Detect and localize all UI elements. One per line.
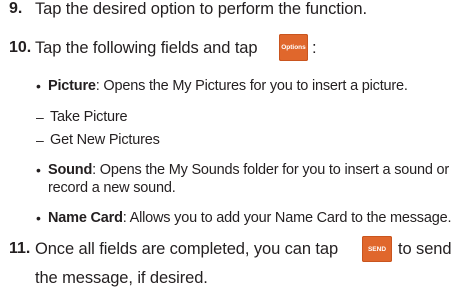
sound-desc-line1: : Opens the My Sounds folder for you to …: [92, 162, 450, 178]
send-button-icon: SEND: [362, 236, 392, 262]
options-button-icon: Options: [279, 34, 308, 61]
picture-desc: : Opens the My Pictures for you to inser…: [95, 78, 408, 94]
manual-page: 9. Tap the desired option to perform the…: [0, 0, 466, 290]
send-button-label: SEND: [367, 245, 387, 253]
dash-take-picture: –: [36, 109, 44, 125]
step-10-text: Tap the following fields and tap: [35, 39, 258, 57]
take-picture-item: Take Picture: [50, 109, 128, 125]
step-10-colon: :: [312, 39, 317, 57]
step-10-text-before: Tap the following fields and tap: [35, 39, 258, 57]
options-button-label: Options: [281, 44, 306, 51]
step-11-number: 11.: [9, 240, 31, 257]
step-11-text-line2: the message, if desired.: [35, 269, 208, 287]
bullet-picture: •: [36, 78, 41, 94]
step-10-number: 10.: [9, 39, 32, 56]
picture-item: Picture: Opens the My Pictures for you t…: [48, 79, 408, 94]
step-9-number: 9.: [9, 0, 23, 17]
bullet-name-card: •: [36, 210, 41, 226]
picture-term: Picture: [48, 78, 96, 94]
name-card-term: Name Card: [48, 210, 123, 226]
step-11-text-before: Once all fields are completed, you can t…: [35, 240, 339, 258]
name-card-item: Name Card: Allows you to add your Name C…: [48, 211, 451, 226]
sound-desc-line2: record a new sound.: [48, 180, 176, 196]
sound-term: Sound: [48, 162, 93, 178]
step-11-text-after: to send: [398, 240, 452, 258]
get-new-pictures-item: Get New Pictures: [50, 132, 160, 148]
bullet-sound: •: [36, 162, 41, 178]
step-9-text: Tap the desired option to perform the fu…: [35, 0, 367, 18]
dash-get-new-pictures: –: [36, 132, 44, 148]
name-card-desc: : Allows you to add your Name Card to th…: [122, 210, 452, 226]
sound-item-line1: Sound: Opens the My Sounds folder for yo…: [48, 163, 449, 178]
